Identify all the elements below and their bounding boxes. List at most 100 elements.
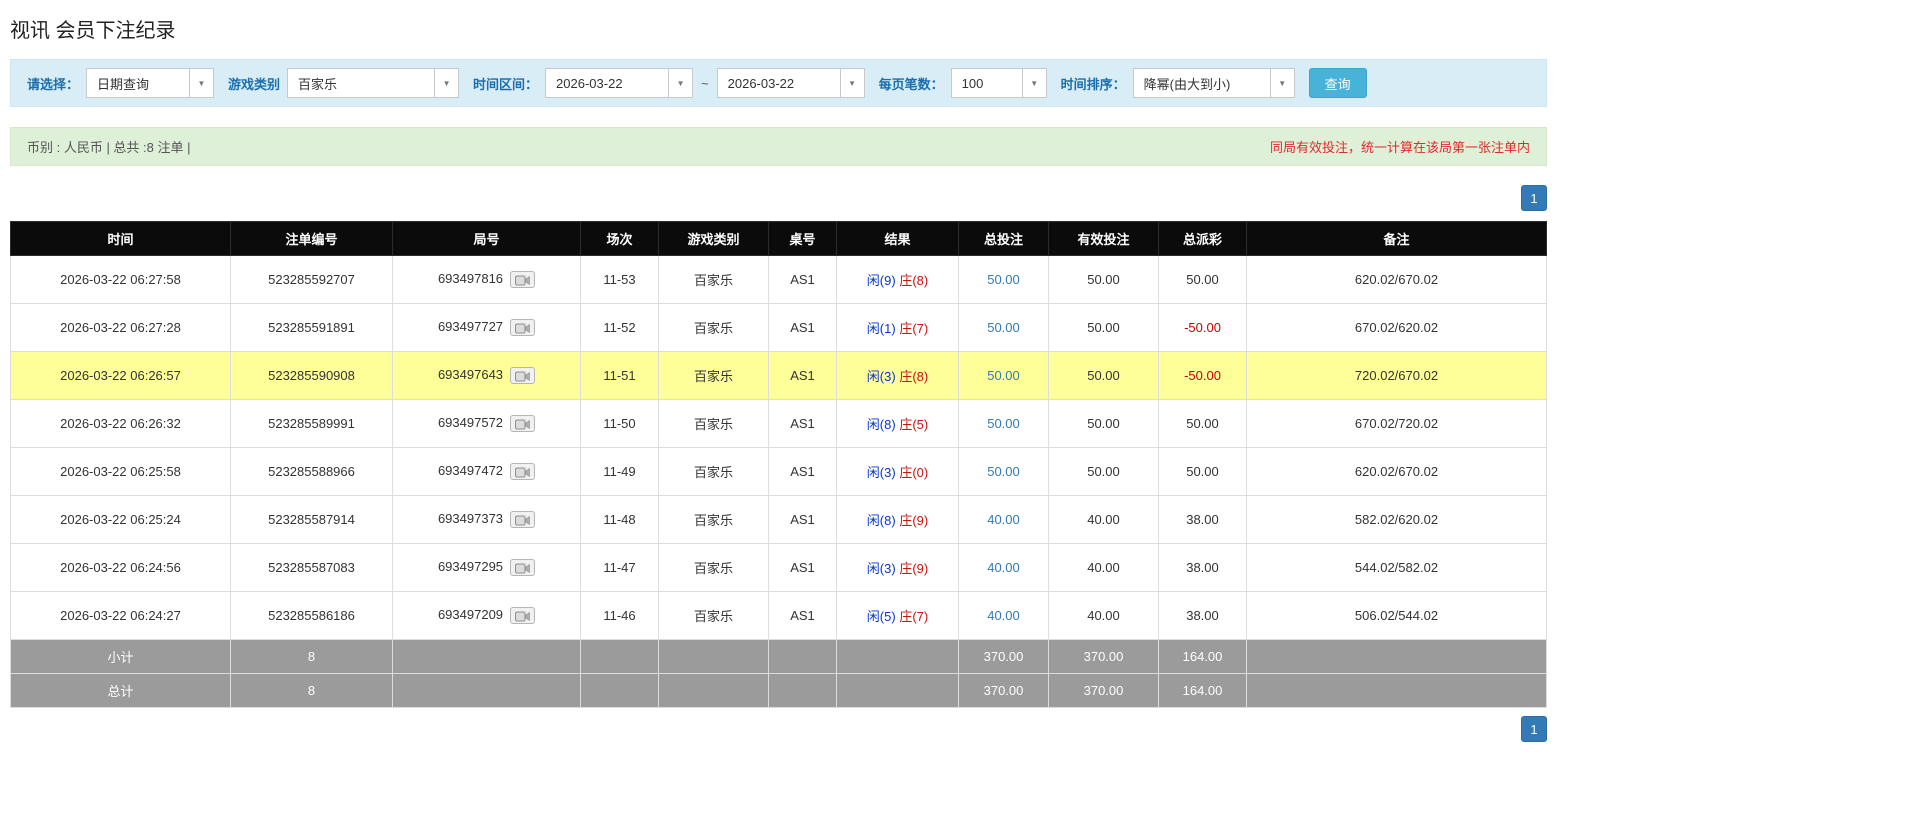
video-replay-icon[interactable] [510,511,535,528]
content: 视讯 会员下注纪录 请选择： 日期查询 ▼ 游戏类别 百家乐 ▼ 时间区间： 2… [0,0,1557,772]
remark: 670.02/620.02 [1247,304,1547,352]
date-from-select[interactable]: 2026-03-22 ▼ [545,68,693,98]
video-replay-icon[interactable] [510,271,535,288]
query-type-label: 请选择： [27,74,79,93]
column-header: 备注 [1247,222,1547,256]
table-no: AS1 [769,592,837,640]
caret-down-icon[interactable]: ▼ [434,69,458,97]
table-no: AS1 [769,544,837,592]
total-bet-link[interactable]: 50.00 [987,416,1020,431]
date-range-separator: ~ [701,76,709,91]
total-bet-link[interactable]: 50.00 [987,464,1020,479]
player-result: 闲(3) [867,369,896,384]
page-number-button[interactable]: 1 [1521,716,1547,742]
query-button[interactable]: 查询 [1309,68,1367,98]
valid-bet: 50.00 [1049,304,1159,352]
banker-result: 庄(8) [899,273,928,288]
round-id: 693497572 [393,400,581,448]
valid-bet: 40.00 [1049,496,1159,544]
table-footer: 小计8370.00370.00164.00总计8370.00370.00164.… [11,640,1547,708]
page-number-button[interactable]: 1 [1521,185,1547,211]
round-id: 693497472 [393,448,581,496]
payout: 38.00 [1159,592,1247,640]
payout: -50.00 [1159,352,1247,400]
session: 11-51 [581,352,659,400]
records-table: 时间注单编号局号场次游戏类别桌号结果总投注有效投注总派彩备注 2026-03-2… [10,221,1547,708]
page-size-label: 每页笔数： [879,74,944,93]
bet-time: 2026-03-22 06:24:56 [11,544,231,592]
valid-bet: 50.00 [1049,352,1159,400]
result: 闲(1) 庄(7) [837,304,959,352]
valid-bet-notice-text: 同局有效投注，统一计算在该局第一张注单内 [1270,137,1530,156]
table-header-row: 时间注单编号局号场次游戏类别桌号结果总投注有效投注总派彩备注 [11,222,1547,256]
total-bet-link[interactable]: 50.00 [987,368,1020,383]
session: 11-48 [581,496,659,544]
table-row: 2026-03-22 06:24:56523285587083693497295… [11,544,1547,592]
table-row: 2026-03-22 06:27:28523285591891693497727… [11,304,1547,352]
total-bet-link[interactable]: 40.00 [987,560,1020,575]
date-from-value: 2026-03-22 [546,69,668,97]
summary-total-bet: 370.00 [959,674,1049,708]
filter-bar: 请选择： 日期查询 ▼ 游戏类别 百家乐 ▼ 时间区间： 2026-03-22 … [10,59,1547,107]
page-size-value: 100 [952,69,1022,97]
column-header: 总派彩 [1159,222,1247,256]
total-bet: 50.00 [959,448,1049,496]
banker-result: 庄(7) [899,609,928,624]
column-header: 时间 [11,222,231,256]
filter-group-sort: 时间排序： 降幂(由大到小) ▼ [1061,68,1295,98]
total-row: 总计8370.00370.00164.00 [11,674,1547,708]
video-replay-icon[interactable] [510,463,535,480]
result: 闲(8) 庄(5) [837,400,959,448]
total-bet: 50.00 [959,352,1049,400]
date-to-value: 2026-03-22 [718,69,840,97]
date-to-select[interactable]: 2026-03-22 ▼ [717,68,865,98]
pagination-top: 1 [10,185,1547,211]
player-result: 闲(5) [867,609,896,624]
bet-id: 523285588966 [231,448,393,496]
summary-bar: 币别 : 人民币 | 总共 :8 注单 | 同局有效投注，统一计算在该局第一张注… [10,127,1547,166]
payout: 50.00 [1159,448,1247,496]
total-bet-link[interactable]: 40.00 [987,608,1020,623]
valid-bet: 40.00 [1049,544,1159,592]
banker-result: 庄(5) [899,417,928,432]
page-title: 视讯 会员下注纪录 [10,14,1547,43]
table-no: AS1 [769,304,837,352]
table-no: AS1 [769,400,837,448]
caret-down-icon[interactable]: ▼ [668,69,692,97]
bet-id: 523285591891 [231,304,393,352]
table-no: AS1 [769,448,837,496]
video-replay-icon[interactable] [510,607,535,624]
caret-down-icon[interactable]: ▼ [840,69,864,97]
game-type: 百家乐 [659,544,769,592]
page-size-select[interactable]: 100 ▼ [951,68,1047,98]
total-bet-link[interactable]: 50.00 [987,272,1020,287]
banker-result: 庄(0) [899,465,928,480]
table-no: AS1 [769,352,837,400]
filter-group-time-range: 时间区间： 2026-03-22 ▼ ~ 2026-03-22 ▼ [473,68,865,98]
video-replay-icon[interactable] [510,415,535,432]
total-bet-link[interactable]: 50.00 [987,320,1020,335]
remark: 544.02/582.02 [1247,544,1547,592]
bet-time: 2026-03-22 06:24:27 [11,592,231,640]
sort-select[interactable]: 降幂(由大到小) ▼ [1133,68,1295,98]
caret-down-icon[interactable]: ▼ [1270,69,1294,97]
table-no: AS1 [769,496,837,544]
caret-down-icon[interactable]: ▼ [1022,69,1046,97]
video-replay-icon[interactable] [510,559,535,576]
filter-group-game-type: 游戏类别 百家乐 ▼ [228,68,459,98]
video-replay-icon[interactable] [510,367,535,384]
remark: 506.02/544.02 [1247,592,1547,640]
result: 闲(5) 庄(7) [837,592,959,640]
total-bet-link[interactable]: 40.00 [987,512,1020,527]
query-type-select[interactable]: 日期查询 ▼ [86,68,214,98]
game-type: 百家乐 [659,592,769,640]
caret-down-icon[interactable]: ▼ [189,69,213,97]
game-type-select[interactable]: 百家乐 ▼ [287,68,459,98]
banker-result: 庄(9) [899,561,928,576]
session: 11-52 [581,304,659,352]
column-header: 结果 [837,222,959,256]
video-replay-icon[interactable] [510,319,535,336]
result: 闲(9) 庄(8) [837,256,959,304]
bet-time: 2026-03-22 06:27:28 [11,304,231,352]
payout: -50.00 [1159,304,1247,352]
